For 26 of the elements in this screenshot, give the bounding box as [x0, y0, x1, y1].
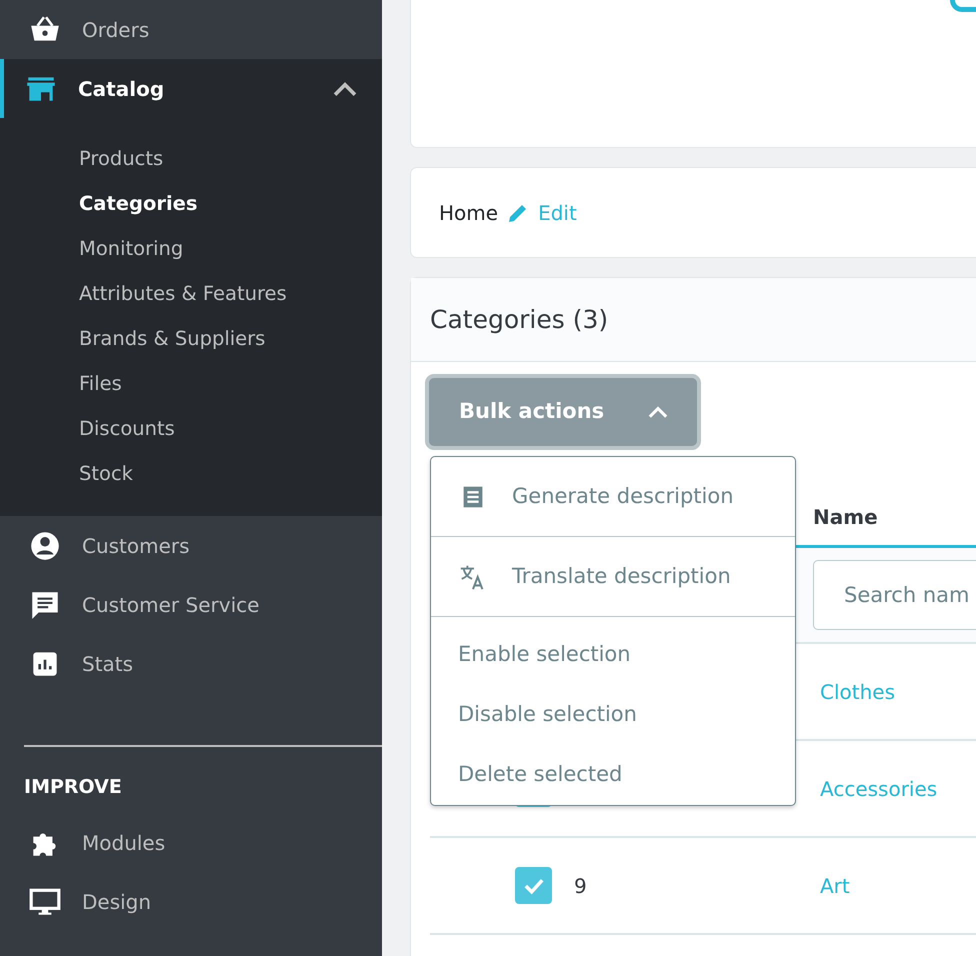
- sidebar-item[interactable]: Stats: [0, 634, 382, 693]
- menu-item[interactable]: Delete selected: [431, 745, 795, 805]
- menu-item[interactable]: Enable selection: [431, 625, 795, 685]
- menu-item[interactable]: Disable selection: [431, 685, 795, 745]
- submenu-item[interactable]: Brands & Suppliers: [0, 316, 382, 361]
- submenu-item[interactable]: Categories: [0, 181, 382, 226]
- submenu-item[interactable]: Monitoring: [0, 226, 382, 271]
- submenu-item[interactable]: Stock: [0, 451, 382, 496]
- sidebar-item[interactable]: Catalog: [0, 59, 382, 118]
- id-cell-text: 9: [574, 872, 588, 900]
- menu-item[interactable]: Generate description: [431, 457, 795, 537]
- card-title: Categories (3): [411, 278, 976, 362]
- sidebar-item[interactable]: Customers: [0, 516, 382, 575]
- submenu-item[interactable]: Files: [0, 361, 382, 406]
- breadcrumb-home: Home: [439, 200, 498, 226]
- submenu-item[interactable]: Attributes & Features: [0, 271, 382, 316]
- sidebar-item[interactable]: Orders: [0, 0, 382, 59]
- sidebar-item[interactable]: Design: [0, 872, 382, 932]
- search-field[interactable]: Search nam: [813, 560, 976, 630]
- checkbox[interactable]: [515, 867, 552, 904]
- submenu-item[interactable]: Products: [0, 136, 382, 181]
- menu-item[interactable]: Translate description: [431, 537, 795, 617]
- sidebar-item[interactable]: Modules: [0, 814, 382, 872]
- section-title: IMPROVE: [23, 775, 123, 800]
- submenu-item[interactable]: Discounts: [0, 406, 382, 451]
- sidebar-item[interactable]: Customer Service: [0, 575, 382, 634]
